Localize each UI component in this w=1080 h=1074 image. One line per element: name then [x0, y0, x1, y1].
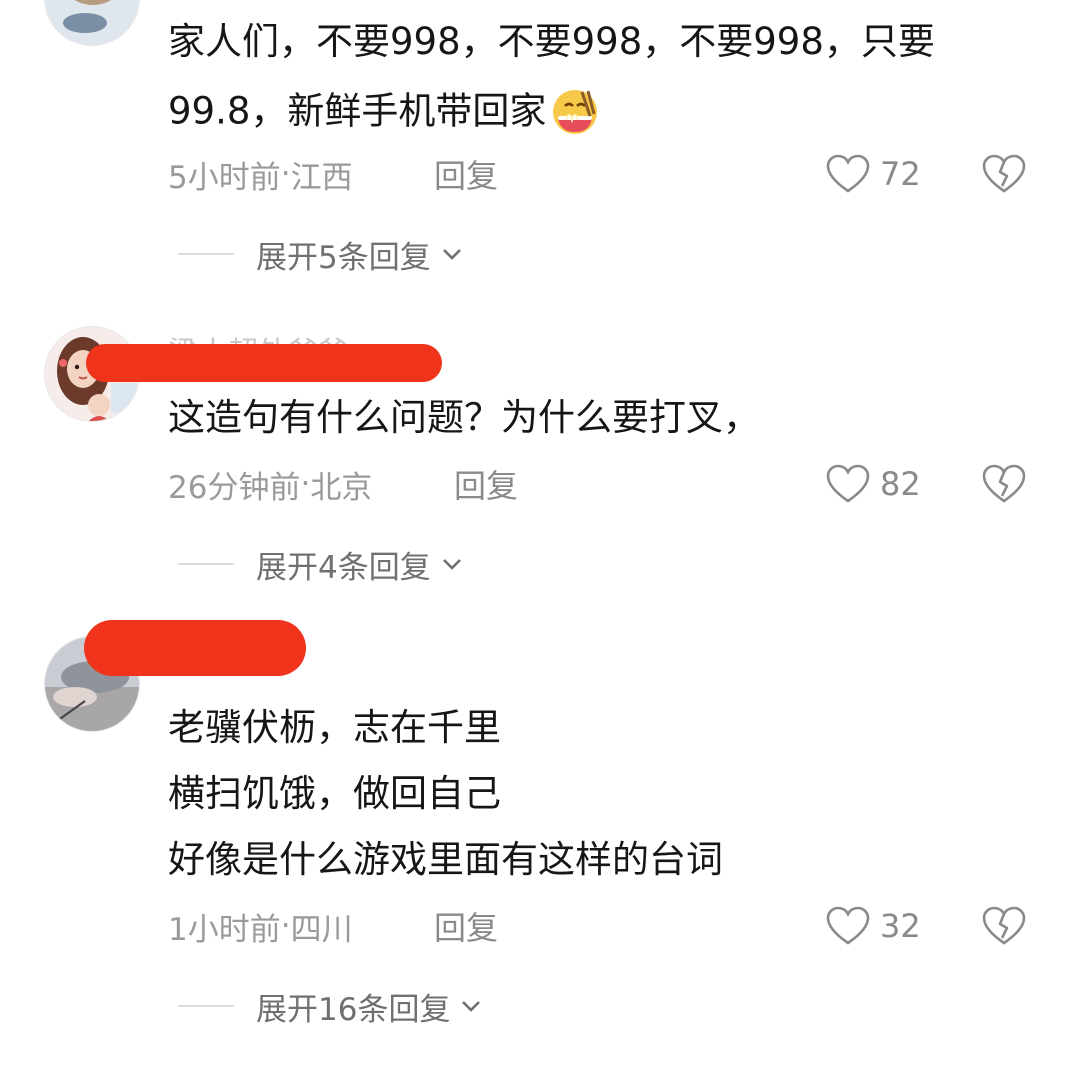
comment-text-line: 这造句有什么问题？为什么要打叉，	[168, 396, 760, 439]
like-button[interactable]: 32	[826, 904, 921, 948]
comment-meta: 5小时前 · 江西	[168, 152, 353, 196]
chevron-down-icon	[462, 1001, 481, 1012]
like-count: 32	[880, 907, 921, 945]
comment-text-line: 老骥伏枥，志在千里	[168, 706, 501, 749]
like-button[interactable]: 72	[826, 152, 921, 196]
heart-outline-icon	[826, 154, 870, 193]
like-count: 72	[880, 155, 921, 193]
dislike-button[interactable]	[982, 904, 1028, 948]
like-count: 82	[880, 465, 921, 503]
comment-time: 26分钟前	[168, 469, 301, 506]
divider-line	[178, 1005, 234, 1007]
reply-button[interactable]: 回复	[434, 904, 498, 948]
username-redaction	[84, 620, 306, 676]
dislike-button[interactable]	[982, 152, 1028, 196]
comment-time: 1小时前	[168, 911, 281, 948]
comment-text-line: 99.8，新鲜手机带回家	[168, 86, 602, 140]
comment-location: 北京	[310, 469, 373, 506]
eating-noodles-emoji-icon	[553, 90, 598, 134]
divider-line	[178, 563, 234, 565]
comment-text-line: 家人们，不要998，不要998，不要998，只要	[168, 20, 935, 63]
expand-replies-button[interactable]: 展开5条回复	[178, 232, 465, 276]
meta-separator: ·	[300, 466, 311, 502]
comment-location: 四川	[290, 911, 353, 948]
comment-meta: 1小时前 · 四川	[168, 904, 353, 948]
comment-item: 家人们，不要998，不要998，不要998，只要 99.8，新鲜手机带回家 5小…	[0, 0, 1080, 300]
expand-replies-label: 展开4条回复	[256, 549, 431, 586]
chevron-down-icon	[442, 249, 461, 260]
chevron-down-icon	[442, 559, 461, 570]
broken-heart-icon	[982, 906, 1026, 945]
comment-item: 老骥伏枥，志在千里 横扫饥饿，做回自己 好像是什么游戏里面有这样的台词 1小时前…	[0, 600, 1080, 1074]
meta-separator: ·	[280, 908, 291, 944]
dislike-button[interactable]	[982, 462, 1028, 506]
avatar[interactable]	[44, 0, 140, 46]
broken-heart-icon	[982, 154, 1026, 193]
expand-replies-label: 展开5条回复	[256, 239, 431, 276]
expand-replies-button[interactable]: 展开4条回复	[178, 542, 465, 586]
comment-list: 家人们，不要998，不要998，不要998，只要 99.8，新鲜手机带回家 5小…	[0, 0, 1080, 1074]
divider-line	[178, 253, 234, 255]
username-redaction	[86, 344, 442, 382]
comment-text-line: 好像是什么游戏里面有这样的台词	[168, 838, 723, 881]
heart-outline-icon	[826, 906, 870, 945]
comment-meta: 26分钟前 · 北京	[168, 462, 372, 506]
heart-outline-icon	[826, 464, 870, 503]
meta-separator: ·	[280, 156, 291, 192]
comment-text-line: 横扫饥饿，做回自己	[168, 772, 501, 815]
comment-time: 5小时前	[168, 159, 281, 196]
expand-replies-button[interactable]: 展开16条回复	[178, 984, 484, 1028]
comment-text-segment: 99.8，新鲜手机带回家	[168, 89, 547, 133]
reply-button[interactable]: 回复	[434, 152, 498, 196]
expand-replies-label: 展开16条回复	[256, 991, 451, 1028]
comment-location: 江西	[290, 159, 353, 196]
like-button[interactable]: 82	[826, 462, 921, 506]
reply-button[interactable]: 回复	[454, 462, 518, 506]
comment-item: 梁大超外爸爸 这造句有什么问题？为什么要打叉， 26分钟前 · 北京 回复 82…	[0, 300, 1080, 600]
broken-heart-icon	[982, 464, 1026, 503]
